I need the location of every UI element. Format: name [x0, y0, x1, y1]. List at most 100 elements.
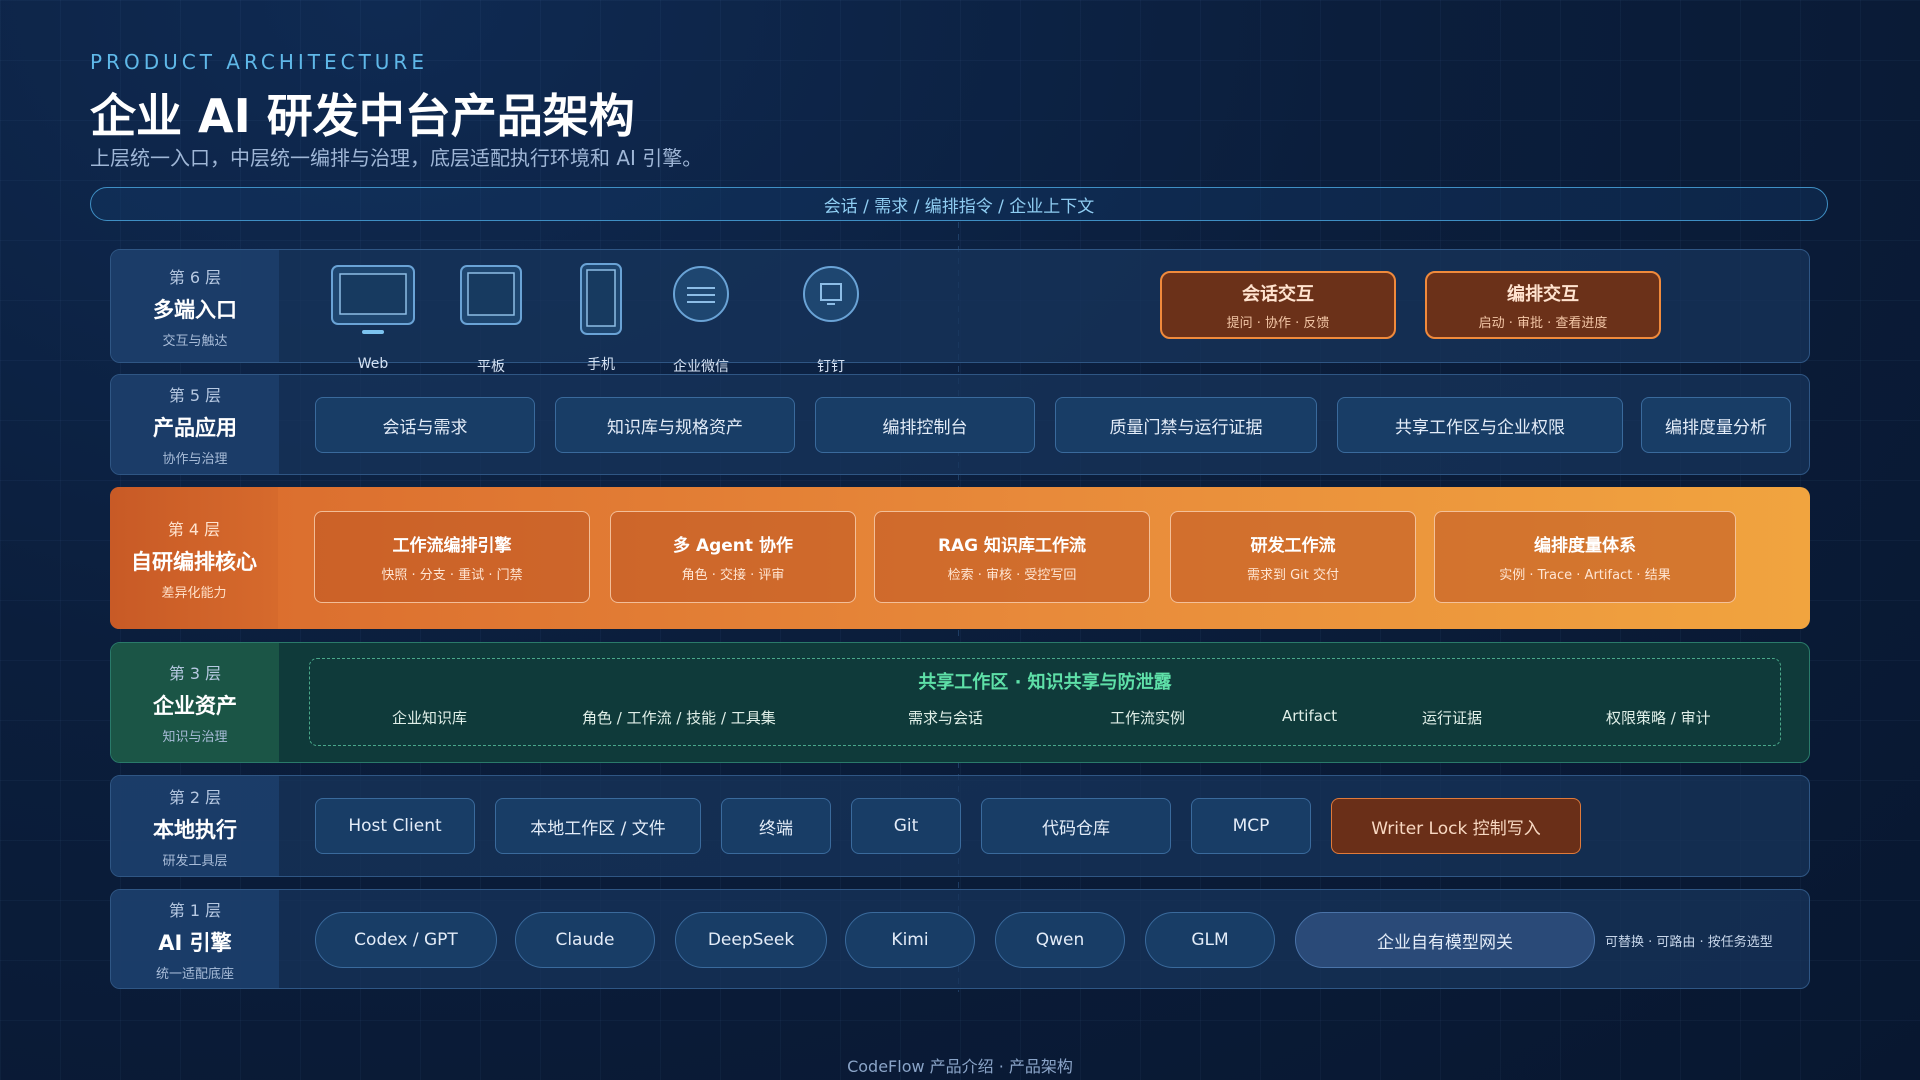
layer-number: 第 3 层 — [168, 664, 222, 683]
app-metrics-analysis[interactable]: 编排度量分析 — [1641, 397, 1791, 453]
layer-6-entry: 第 6 层 多端入口 交互与触达 Web 平板 手机 企业微信 钉钉 会话交互 … — [110, 249, 1810, 375]
app-shared-workspace[interactable]: 共享工作区与企业权限 — [1337, 397, 1623, 453]
monitor-icon — [331, 265, 415, 334]
core-workflow-engine[interactable]: 工作流编排引擎 快照 · 分支 · 重试 · 门禁 — [314, 511, 590, 603]
exec-code-repo[interactable]: 代码仓库 — [981, 798, 1171, 854]
shared-workspace-title: 共享工作区 · 知识共享与防泄露 — [918, 672, 1172, 693]
layer-number: 第 5 层 — [168, 386, 222, 405]
layer-number: 第 6 层 — [168, 267, 222, 287]
box-title: 多 Agent 协作 — [673, 536, 793, 556]
box-subtitle: 角色 · 交接 · 评审 — [681, 568, 785, 583]
device-label: 企业微信 — [673, 359, 729, 375]
layer-desc: 知识与治理 — [162, 730, 228, 745]
layer-5-apps: 第 5 层 产品应用 协作与治理 会话与需求 知识库与规格资产 编排控制台 质量… — [110, 374, 1810, 475]
shared-workspace-frame: 共享工作区 · 知识共享与防泄露 企业知识库 角色 / 工作流 / 技能 / 工… — [309, 658, 1781, 746]
box-subtitle: 实例 · Trace · Artifact · 结果 — [1499, 568, 1671, 583]
layer-name: 企业资产 — [153, 694, 237, 718]
asset-item[interactable]: 企业知识库 — [392, 707, 467, 728]
layer-desc: 交互与触达 — [162, 333, 228, 349]
engine-enterprise-gateway[interactable]: 企业自有模型网关 — [1295, 912, 1595, 968]
exec-terminal[interactable]: 终端 — [721, 798, 831, 854]
layer-4-core: 第 4 层 自研编排核心 差异化能力 工作流编排引擎 快照 · 分支 · 重试 … — [110, 487, 1810, 629]
device-label: 手机 — [587, 357, 615, 373]
box-subtitle: 需求到 Git 交付 — [1246, 568, 1340, 583]
asset-item[interactable]: 需求与会话 — [908, 707, 983, 728]
exec-local-workspace[interactable]: 本地工作区 / 文件 — [495, 798, 701, 854]
box-title: 会话交互 — [1242, 283, 1314, 305]
layer-label: 第 3 层 企业资产 知识与治理 — [111, 643, 279, 762]
engine-note: 可替换 · 可路由 · 按任务选型 — [1605, 935, 1773, 950]
context-bar: 会话 / 需求 / 编排指令 / 企业上下文 — [90, 187, 1828, 221]
device-web[interactable]: Web — [323, 264, 423, 372]
engine-claude[interactable]: Claude — [515, 912, 655, 968]
device-label: 钉钉 — [817, 359, 845, 375]
eyebrow-text: PRODUCT ARCHITECTURE — [90, 50, 428, 74]
layer-2-local-exec: 第 2 层 本地执行 研发工具层 Host Client 本地工作区 / 文件 … — [110, 775, 1810, 877]
asset-item[interactable]: 角色 / 工作流 / 技能 / 工具集 — [582, 707, 776, 728]
orchestration-interaction-box[interactable]: 编排交互 启动 · 审批 · 查看进度 — [1425, 271, 1661, 339]
engine-deepseek[interactable]: DeepSeek — [675, 912, 827, 968]
layer-name: 产品应用 — [153, 416, 237, 440]
box-subtitle: 启动 · 审批 · 查看进度 — [1478, 315, 1608, 331]
box-title: RAG 知识库工作流 — [937, 536, 1087, 556]
exec-git[interactable]: Git — [851, 798, 961, 854]
dingtalk-icon — [803, 266, 859, 322]
layer-name: 多端入口 — [153, 297, 237, 322]
exec-writer-lock[interactable]: Writer Lock 控制写入 — [1331, 798, 1581, 854]
layer-label: 第 2 层 本地执行 研发工具层 — [111, 776, 279, 876]
layer-label: 第 4 层 自研编排核心 差异化能力 — [110, 487, 278, 629]
engine-qwen[interactable]: Qwen — [995, 912, 1125, 968]
page-title: 企业 AI 研发中台产品架构 — [90, 89, 635, 143]
layer-desc: 差异化能力 — [161, 585, 227, 601]
exec-mcp[interactable]: MCP — [1191, 798, 1311, 854]
asset-item[interactable]: Artifact — [1282, 707, 1337, 725]
engine-glm[interactable]: GLM — [1145, 912, 1275, 968]
phone-icon — [580, 263, 622, 335]
layer-label: 第 6 层 多端入口 交互与触达 — [111, 250, 279, 362]
page-subtitle: 上层统一入口，中层统一编排与治理，底层适配执行环境和 AI 引擎。 — [90, 146, 703, 170]
layer-number: 第 4 层 — [167, 519, 221, 539]
tablet-icon — [460, 265, 522, 325]
app-knowledge-specs[interactable]: 知识库与规格资产 — [555, 397, 795, 453]
layer-3-assets: 第 3 层 企业资产 知识与治理 共享工作区 · 知识共享与防泄露 企业知识库 … — [110, 642, 1810, 763]
box-title: 研发工作流 — [1250, 536, 1336, 556]
layer-desc: 协作与治理 — [162, 452, 228, 467]
device-phone[interactable]: 手机 — [551, 262, 651, 373]
box-subtitle: 提问 · 协作 · 反馈 — [1226, 315, 1330, 331]
box-title: 工作流编排引擎 — [392, 536, 512, 556]
layer-name: AI 引擎 — [158, 930, 232, 955]
layer-number: 第 2 层 — [168, 787, 222, 807]
footer-caption: CodeFlow 产品介绍 · 产品架构 — [847, 1057, 1073, 1076]
box-subtitle: 检索 · 审核 · 受控写回 — [947, 568, 1077, 583]
layer-name: 本地执行 — [153, 817, 237, 842]
layer-name: 自研编排核心 — [131, 549, 257, 574]
device-label: 平板 — [477, 359, 505, 375]
layer-1-ai-engine: 第 1 层 AI 引擎 统一适配底座 Codex / GPT Claude De… — [110, 889, 1810, 989]
app-orchestration-console[interactable]: 编排控制台 — [815, 397, 1035, 453]
engine-codex-gpt[interactable]: Codex / GPT — [315, 912, 497, 968]
engine-kimi[interactable]: Kimi — [845, 912, 975, 968]
device-tablet[interactable]: 平板 — [441, 264, 541, 375]
device-dingtalk[interactable]: 钉钉 — [781, 264, 881, 375]
wecom-icon — [673, 266, 729, 322]
asset-item[interactable]: 工作流实例 — [1110, 707, 1185, 728]
core-metrics-system[interactable]: 编排度量体系 实例 · Trace · Artifact · 结果 — [1434, 511, 1736, 603]
app-quality-gates[interactable]: 质量门禁与运行证据 — [1055, 397, 1317, 453]
device-wecom[interactable]: 企业微信 — [651, 264, 751, 375]
layer-desc: 研发工具层 — [162, 853, 228, 869]
exec-host-client[interactable]: Host Client — [315, 798, 475, 854]
layer-label: 第 1 层 AI 引擎 统一适配底座 — [111, 890, 279, 988]
box-title: 编排交互 — [1507, 283, 1579, 305]
core-dev-workflow[interactable]: 研发工作流 需求到 Git 交付 — [1170, 511, 1416, 603]
core-rag-workflow[interactable]: RAG 知识库工作流 检索 · 审核 · 受控写回 — [874, 511, 1150, 603]
box-title: 编排度量体系 — [1534, 536, 1636, 556]
device-label: Web — [357, 356, 389, 372]
layer-label: 第 5 层 产品应用 协作与治理 — [111, 375, 279, 474]
layer-desc: 统一适配底座 — [155, 966, 234, 982]
session-interaction-box[interactable]: 会话交互 提问 · 协作 · 反馈 — [1160, 271, 1396, 339]
asset-item[interactable]: 权限策略 / 审计 — [1606, 707, 1711, 728]
app-session-requirements[interactable]: 会话与需求 — [315, 397, 535, 453]
asset-item[interactable]: 运行证据 — [1422, 707, 1482, 728]
core-multi-agent[interactable]: 多 Agent 协作 角色 · 交接 · 评审 — [610, 511, 856, 603]
layer-number: 第 1 层 — [168, 900, 222, 920]
